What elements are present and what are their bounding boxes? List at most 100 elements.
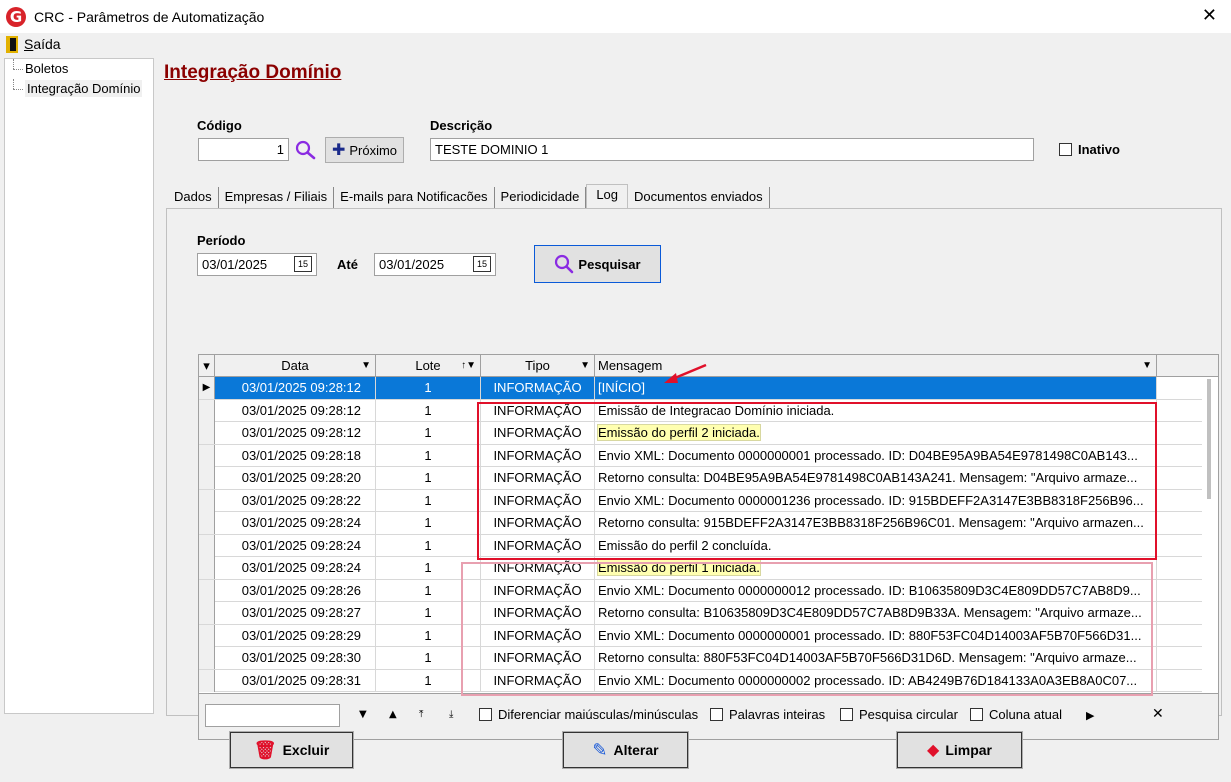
menu-saida-mnemonic: S	[24, 36, 34, 52]
checkbox-label: Pesquisa circular	[859, 707, 958, 722]
table-row[interactable]: 03/01/2025 09:28:24 1 INFORMAÇÃO Emissão do…	[199, 534, 1218, 557]
table-row[interactable]: 03/01/2025 09:28:26 1 INFORMAÇÃO Envio XML:…	[199, 579, 1218, 602]
checkbox-box	[970, 708, 983, 721]
cell-data: 03/01/2025 09:28:24	[215, 512, 376, 534]
tree-item-integracao-dominio[interactable]: Integração Domínio	[5, 79, 153, 99]
cell-tipo: INFORMAÇÃO	[481, 444, 595, 467]
table-row[interactable]: 03/01/2025 09:28:20 1 INFORMAÇÃO Retorno co…	[199, 467, 1218, 490]
exit-door-icon[interactable]	[6, 35, 18, 53]
cell-mensagem: Retorno consulta: B10635809D3C4E809DD57C…	[595, 602, 1157, 624]
find-input[interactable]	[205, 704, 340, 727]
table-row[interactable]: 03/01/2025 09:28:30 1 INFORMAÇÃO Retorno co…	[199, 647, 1218, 670]
table-row[interactable]: 03/01/2025 09:28:12 1 INFORMAÇÃO Emissão de…	[199, 399, 1218, 422]
palavras-inteiras-checkbox[interactable]: Palavras inteiras	[710, 707, 825, 722]
eraser-icon: ◆	[927, 742, 940, 759]
cell-data: 03/01/2025 09:28:31	[215, 669, 376, 692]
table-row[interactable]: 03/01/2025 09:28:24 1 INFORMAÇÃO Emissão do…	[199, 557, 1218, 580]
descricao-input[interactable]: TESTE DOMINIO 1	[430, 138, 1034, 161]
pesquisar-label: Pesquisar	[578, 256, 641, 272]
checkbox-label: Diferenciar maiúsculas/minúsculas	[498, 707, 699, 722]
message-text: Retorno consulta: 880F53FC04D14003AF5B70…	[598, 650, 1137, 665]
more-options-icon[interactable]: ▶	[1086, 709, 1094, 722]
row-indicator	[199, 669, 215, 692]
proximo-button[interactable]: ✚ Próximo	[325, 137, 404, 163]
close-icon[interactable]: ✕	[1202, 5, 1217, 26]
tab-documentos-enviados[interactable]: Documentos enviados	[628, 187, 770, 209]
cell-data: 03/01/2025 09:28:12	[215, 377, 376, 399]
codigo-input[interactable]: 1	[198, 138, 289, 161]
tree-item-boletos[interactable]: Boletos	[5, 59, 153, 79]
main-panel: Integração Domínio Código 1 ✚ Próximo De…	[156, 55, 1231, 782]
find-last-icon[interactable]: ⤓	[449, 709, 453, 720]
inativo-checkbox[interactable]: Inativo	[1059, 142, 1120, 157]
menu-bar: Saída	[0, 33, 1231, 55]
row-indicator: ▶	[199, 377, 215, 399]
message-text: Envio XML: Documento 0000001236 processa…	[598, 492, 1144, 508]
sort-filter-icon[interactable]: ↑▼	[461, 355, 476, 377]
cell-mensagem: Retorno consulta: 915BDEFF2A3147E3BB8318…	[595, 512, 1157, 534]
tab-dados[interactable]: Dados	[168, 187, 219, 209]
row-indicator	[199, 399, 215, 422]
find-first-icon[interactable]: ⤒	[419, 709, 423, 720]
ate-label: Até	[337, 257, 358, 272]
filter-icon[interactable]: ▼	[580, 355, 590, 377]
excluir-button[interactable]: 🗑 Excluir	[229, 731, 354, 769]
find-next-icon[interactable]: ▼	[359, 709, 367, 720]
table-row[interactable]: 03/01/2025 09:28:27 1 INFORMAÇÃO Retorno co…	[199, 602, 1218, 625]
diferenciar-checkbox[interactable]: Diferenciar maiúsculas/minúsculas	[479, 707, 698, 722]
message-text: Emissão do perfil 2 concluída.	[598, 537, 772, 553]
tab-strip: Dados Empresas / Filiais E-mails para No…	[168, 184, 770, 209]
calendar-icon[interactable]: 15	[294, 256, 312, 272]
row-indicator	[199, 647, 215, 669]
table-row[interactable]: 03/01/2025 09:28:24 1 INFORMAÇÃO Retorno co…	[199, 512, 1218, 535]
menu-saida-label: aída	[33, 36, 61, 52]
column-header-data[interactable]: Data ▼	[215, 355, 376, 377]
row-indicator	[199, 557, 215, 579]
table-row[interactable]: 03/01/2025 09:28:12 1 INFORMAÇÃO Emissão do…	[199, 422, 1218, 445]
search-icon[interactable]	[295, 140, 317, 160]
tab-emails[interactable]: E-mails para Notificacões	[334, 187, 495, 209]
limpar-button[interactable]: ◆ Limpar	[896, 731, 1023, 769]
column-header-lote[interactable]: Lote ↑▼	[376, 355, 481, 377]
calendar-icon[interactable]: 15	[473, 256, 491, 272]
table-row[interactable]: 03/01/2025 09:28:29 1 INFORMAÇÃO Envio XML:…	[199, 624, 1218, 647]
grid-menu-icon[interactable]: ▾	[199, 355, 215, 377]
cell-data: 03/01/2025 09:28:18	[215, 444, 376, 467]
page-title: Integração Domínio	[164, 62, 342, 83]
filter-icon[interactable]: ▼	[1142, 355, 1152, 377]
alterar-button[interactable]: ✎ Alterar	[562, 731, 689, 769]
message-text: Envio XML: Documento 0000000001 processa…	[598, 447, 1138, 463]
table-row[interactable]: 03/01/2025 09:28:22 1 INFORMAÇÃO Envio XML:…	[199, 489, 1218, 512]
cell-tipo: INFORMAÇÃO	[481, 512, 595, 534]
cell-lote: 1	[376, 669, 481, 692]
cell-mensagem: Retorno consulta: 880F53FC04D14003AF5B70…	[595, 647, 1157, 669]
message-text: Emissão de Integracao Domínio iniciada.	[598, 402, 835, 418]
tab-log[interactable]: Log	[586, 184, 629, 209]
cell-data: 03/01/2025 09:28:27	[215, 602, 376, 624]
column-header-tipo[interactable]: Tipo ▼	[481, 355, 595, 377]
tree-item-label: Boletos	[25, 61, 69, 76]
cell-data: 03/01/2025 09:28:12	[215, 422, 376, 444]
cell-data: 03/01/2025 09:28:26	[215, 579, 376, 602]
menu-saida[interactable]: Saída	[24, 36, 61, 52]
close-find-icon[interactable]: ✕	[1152, 706, 1164, 722]
coluna-atual-checkbox[interactable]: Coluna atual	[970, 707, 1062, 722]
tab-periodicidade[interactable]: Periodicidade	[494, 187, 587, 209]
pesquisa-circular-checkbox[interactable]: Pesquisa circular	[840, 707, 958, 722]
alterar-label: Alterar	[613, 742, 659, 758]
pesquisar-button[interactable]: Pesquisar	[534, 245, 661, 283]
filter-icon[interactable]: ▼	[361, 355, 371, 377]
tab-empresas-filiais[interactable]: Empresas / Filiais	[218, 187, 335, 209]
column-title: Tipo	[525, 358, 550, 373]
grid-scrollbar[interactable]	[1202, 377, 1218, 692]
message-text: Emissão do perfil 1 iniciada.	[597, 559, 761, 576]
column-title: Data	[281, 358, 309, 373]
find-previous-icon[interactable]: ▲	[389, 709, 397, 720]
alterar-button-inner: ✎ Alterar	[563, 732, 688, 768]
table-row[interactable]: 03/01/2025 09:28:18 1 INFORMAÇÃO Envio XML:…	[199, 444, 1218, 467]
table-row[interactable]: 03/01/2025 09:28:31 1 INFORMAÇÃO Envio XML:…	[199, 669, 1218, 692]
cell-mensagem: Envio XML: Documento 0000001236 processa…	[595, 489, 1157, 512]
checkbox-label: Palavras inteiras	[729, 707, 826, 722]
grid-body: ▶ 03/01/2025 09:28:12 1 INFORMAÇÃO [INÍCIO] 0…	[199, 377, 1218, 692]
scrollbar-thumb[interactable]	[1207, 379, 1211, 499]
